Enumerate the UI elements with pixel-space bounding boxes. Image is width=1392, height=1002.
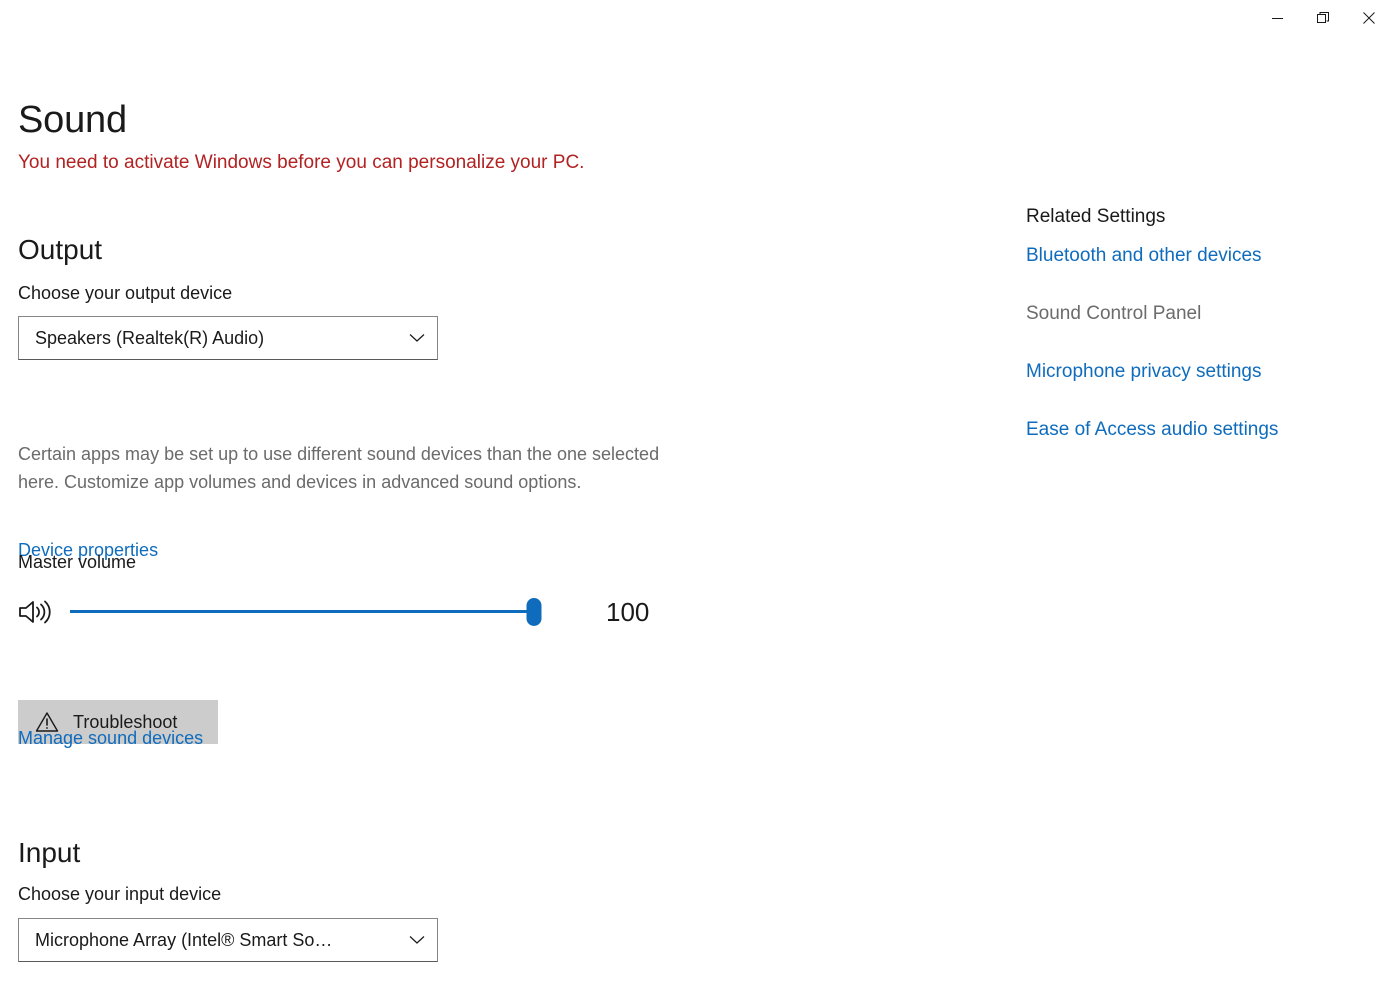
output-section-heading: Output [18,234,103,266]
title-bar [0,0,1392,46]
minimize-icon [1271,17,1283,19]
output-device-select[interactable]: Speakers (Realtek(R) Audio) [18,316,438,360]
activation-warning: You need to activate Windows before you … [18,152,585,173]
restore-button[interactable] [1300,0,1346,36]
chevron-down-icon [409,936,425,944]
slider-thumb[interactable] [526,598,542,626]
master-volume-value: 100 [606,597,650,627]
master-volume-row: 100 [18,584,678,640]
restore-icon [1317,12,1329,23]
input-device-select[interactable]: Microphone Array (Intel® Smart So… [18,918,438,962]
output-note: Certain apps may be set up to use differ… [18,444,660,492]
input-device-value: Microphone Array (Intel® Smart So… [35,930,333,950]
sound-settings-window: Sound You need to activate Windows befor… [0,0,1392,1002]
input-section-heading: Input [18,837,81,869]
manage-sound-devices-link[interactable]: Manage sound devices [18,726,203,750]
related-link-sound-control-panel[interactable]: Sound Control Panel [1026,301,1201,327]
related-settings-title: Related Settings [1026,206,1166,227]
master-volume-slider[interactable] [70,595,542,629]
related-link-ease-of-access-audio-settings[interactable]: Ease of Access audio settings [1026,417,1278,443]
related-link-bluetooth-and-other-devices[interactable]: Bluetooth and other devices [1026,243,1262,269]
master-volume-label: Master volume [18,552,137,572]
related-link-microphone-privacy-settings[interactable]: Microphone privacy settings [1026,359,1262,385]
output-device-value: Speakers (Realtek(R) Audio) [35,328,265,348]
page-title: Sound [18,99,127,142]
settings-content: Sound You need to activate Windows befor… [0,46,1392,1002]
close-icon [1363,12,1375,24]
slider-fill [70,610,534,613]
chevron-down-icon [409,334,425,342]
minimize-button[interactable] [1254,0,1300,36]
speaker-volume-icon [18,595,58,629]
close-button[interactable] [1346,0,1392,36]
input-device-label: Choose your input device [18,884,222,904]
output-device-label: Choose your output device [18,283,233,303]
